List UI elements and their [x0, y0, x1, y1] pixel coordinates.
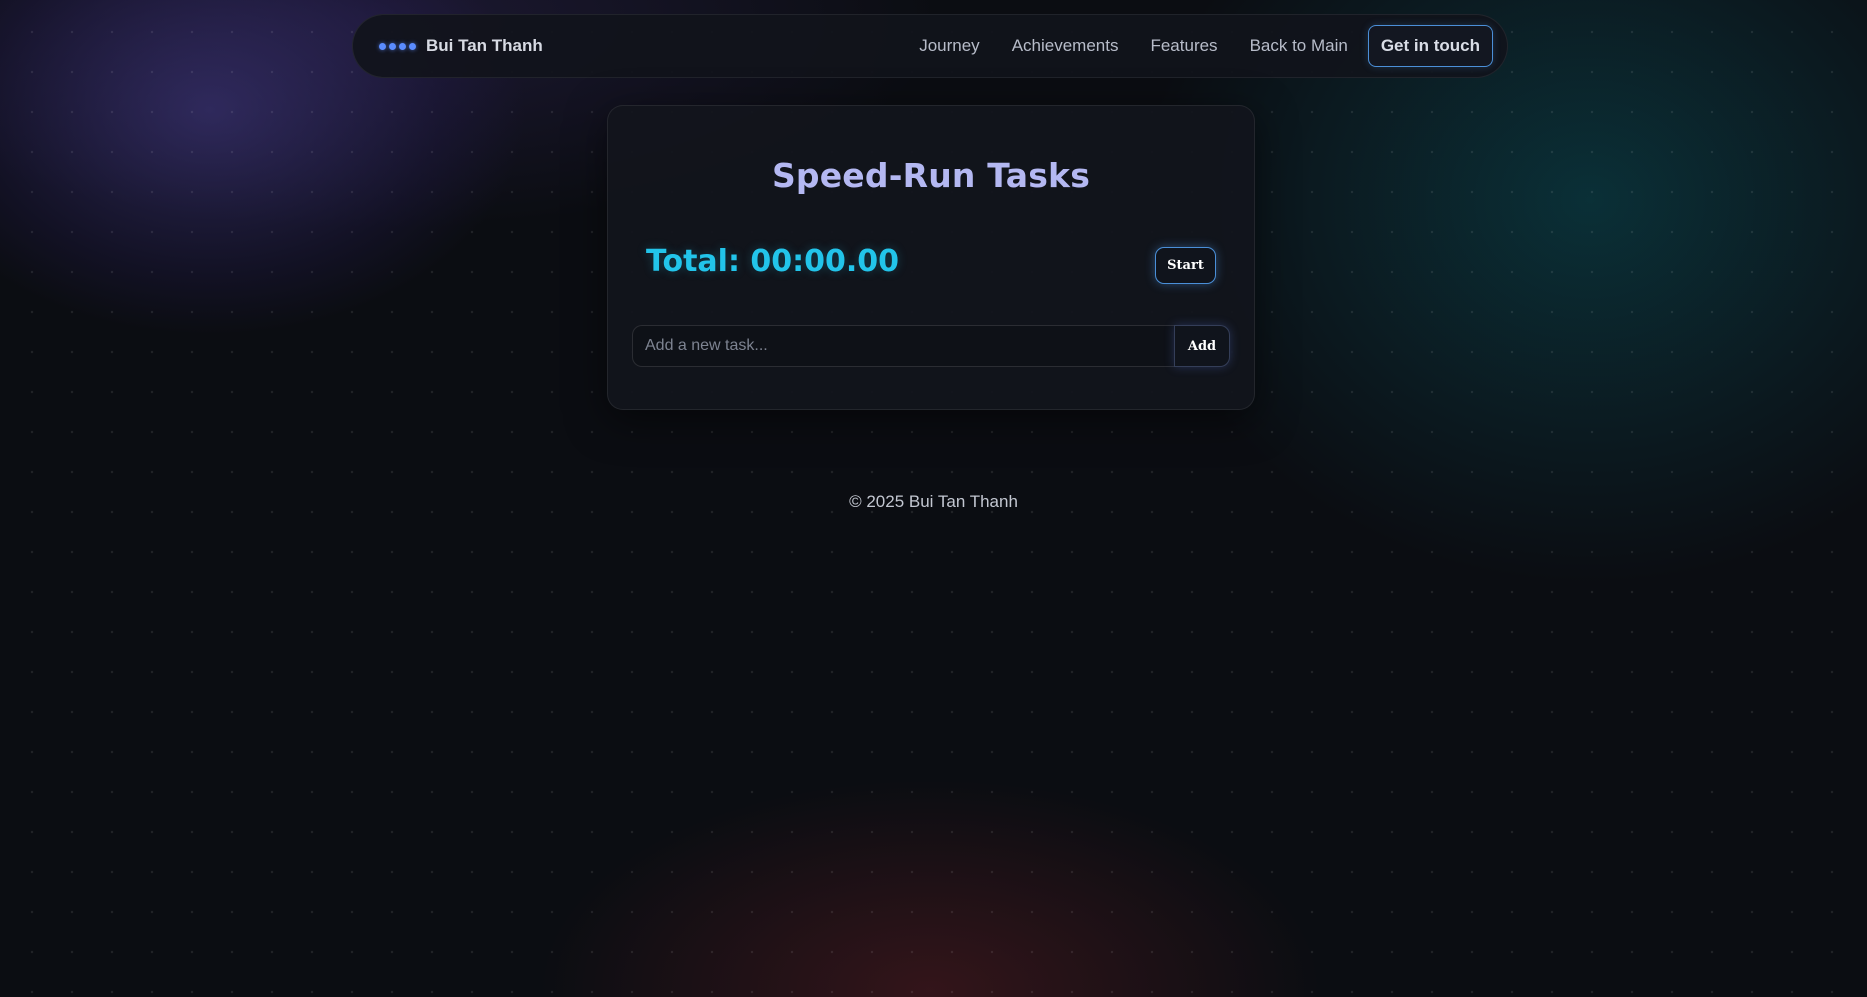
- brand-logo[interactable]: Bui Tan Thanh: [379, 36, 543, 56]
- card-title: Speed-Run Tasks: [771, 156, 1091, 195]
- add-task-row: Add: [632, 325, 1230, 367]
- top-nav: Bui Tan Thanh Journey Achievements Featu…: [352, 14, 1508, 78]
- add-task-button[interactable]: Add: [1174, 325, 1230, 367]
- start-button[interactable]: Start: [1155, 247, 1216, 284]
- nav-link-back-to-main[interactable]: Back to Main: [1250, 36, 1348, 56]
- page-background: Bui Tan Thanh Journey Achievements Featu…: [0, 0, 1867, 997]
- brand-dot: [379, 42, 386, 50]
- nav-link-features[interactable]: Features: [1150, 36, 1217, 56]
- brand-dot: [389, 42, 396, 50]
- speedrun-card: Speed-Run Tasks Total: 00:00.00 Start Ad…: [607, 105, 1255, 410]
- four-dots-icon: [379, 42, 416, 50]
- task-input[interactable]: [632, 325, 1174, 367]
- nav-link-achievements[interactable]: Achievements: [1012, 36, 1119, 56]
- get-in-touch-button[interactable]: Get in touch: [1367, 25, 1493, 67]
- brand-dot: [399, 42, 406, 50]
- footer-copyright: © 2025 Bui Tan Thanh: [849, 492, 1018, 511]
- brand-dot: [409, 42, 416, 50]
- nav-link-journey[interactable]: Journey: [919, 36, 979, 56]
- total-timer: Total: 00:00.00: [646, 244, 900, 279]
- brand-name: Bui Tan Thanh: [426, 36, 543, 55]
- nav-links: Journey Achievements Features Back to Ma…: [887, 25, 1493, 67]
